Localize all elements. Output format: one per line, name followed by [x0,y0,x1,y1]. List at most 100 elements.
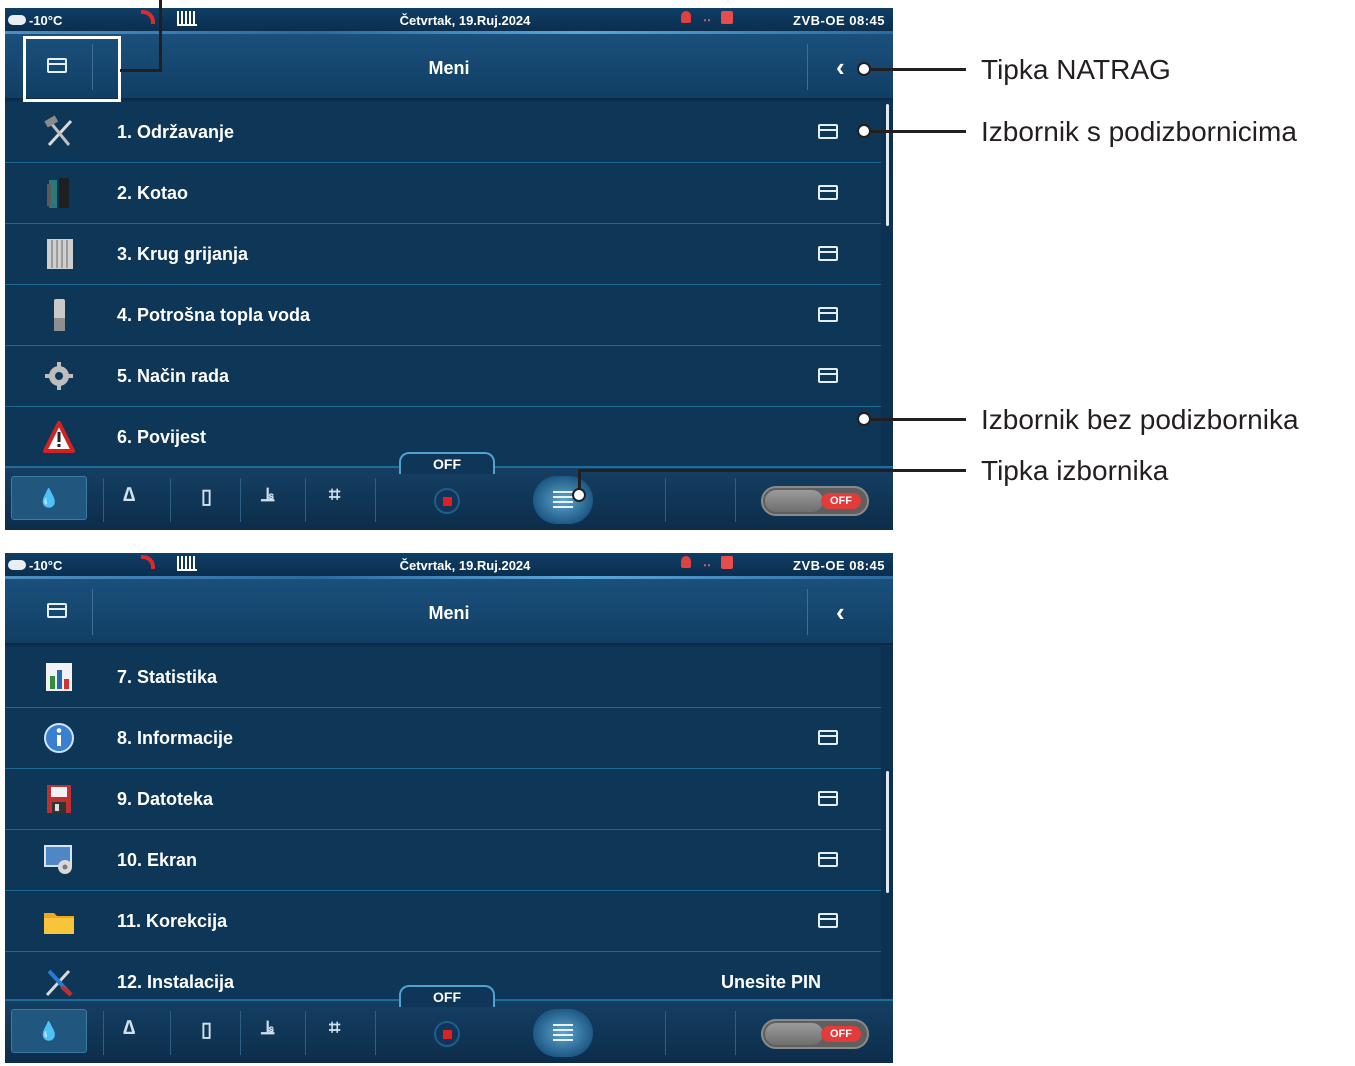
flow-indicator-icon: ‥ [703,10,712,24]
annotation-line [868,418,966,421]
annotation-line [868,68,966,71]
menu-item-label: 7. Statistika [117,667,218,687]
annotation-dot [857,62,871,76]
menu-item-korekcija[interactable]: 11. Korekcija [5,891,881,952]
menu-button[interactable] [533,476,593,524]
statistics-icon [46,663,72,691]
divider [305,1011,306,1055]
annotation-with-submenus: Izbornik s podizbornicima [981,116,1297,147]
boiler-button-icon[interactable]: ▯ [201,484,212,509]
info-icon [44,723,74,753]
folder-icon [818,307,838,322]
tap-button-icon[interactable]: ⫡ [261,1017,274,1040]
menu-item-statistika[interactable]: 7. Statistika [5,647,881,708]
folder-icon [818,124,838,139]
menu-item-label: 2. Kotao [117,183,189,203]
folder-yellow-icon [44,913,74,934]
menu-item-datoteka[interactable]: 9. Datoteka [5,769,881,830]
pump-icon [681,11,691,23]
menu-item-informacije[interactable]: 8. Informacije [5,708,881,769]
annotation-leader [120,69,162,72]
scrollbar[interactable] [886,104,889,226]
device-and-time: ZVB-OE 08:45 [793,13,885,28]
flame-button-icon[interactable]: ∆ [123,484,135,507]
menu-item-label: 11. Korekcija [117,911,228,931]
radiator-status-icon [177,556,197,571]
burner-icon [141,10,155,24]
menu-item-potrosna-topla-voda[interactable]: 4. Potrošna topla voda [5,285,881,346]
on-off-toggle[interactable]: OFF [761,486,869,516]
divider [103,478,104,522]
radiator-button-icon[interactable]: ⌗ [329,1017,340,1040]
screen-settings-icon [44,845,72,874]
title-bar: Meni ‹ [5,579,893,645]
menu-item-label: 12. Instalacija [117,972,235,992]
on-off-toggle[interactable]: OFF [761,1019,869,1049]
menu-item-label: 3. Krug grijanja [117,244,249,264]
menu-list: 1. Održavanje 2. Kotao 3. Krug grijanja [5,102,881,468]
boiler-button-icon[interactable]: ▯ [201,1017,212,1042]
folder-icon [818,791,838,806]
annotation-menu-button: Tipka izbornika [981,455,1169,486]
divider [375,478,376,522]
scrollbar[interactable] [886,771,889,893]
menu-item-label: 5. Način rada [117,366,230,386]
menu-item-ekran[interactable]: 10. Ekran [5,830,881,891]
outdoor-temperature: -10°C [29,13,63,28]
menu-item-kotao[interactable]: 2. Kotao [5,163,881,224]
annotation-dot [572,488,586,502]
mode-all-button[interactable]: 💧 [11,1009,87,1053]
toggle-knob [765,1023,823,1045]
annotation-line [580,469,966,472]
boiler-icon [47,178,69,208]
divider [170,1011,171,1055]
fire-icon [721,556,733,569]
divider [240,1011,241,1055]
water-tank-icon [54,299,65,331]
folder-icon [818,246,838,261]
menu-list: 7. Statistika 8. Informacije 9. Datoteka [5,647,881,1013]
folder-icon [818,852,838,867]
divider [735,478,736,522]
folder-icon [818,913,838,928]
divider [375,1011,376,1055]
divider [735,1011,736,1055]
flame-button-icon[interactable]: ∆ [123,1017,135,1040]
back-button[interactable]: ‹ [807,589,877,635]
menu-item-label: 1. Održavanje [117,122,235,142]
tap-button-icon[interactable]: ⫡ [261,484,274,507]
radiator-button-icon[interactable]: ⌗ [329,484,340,507]
menu-item-label: 6. Povijest [117,427,207,447]
weather-cloud-icon [8,15,26,25]
flow-indicator-icon: ‥ [703,555,712,569]
annotation-without-submenu: Izbornik bez podizbornika [981,404,1299,435]
menu-screen-page-1: -10°C Četvrtak, 19.Ruj.2024 ‥ ZVB-OE 08:… [5,8,893,530]
divider [305,478,306,522]
menu-item-odrzavanje[interactable]: 1. Održavanje [5,102,881,163]
off-status-tab: OFF [399,985,495,1007]
mode-all-icon: 💧 [37,1021,61,1041]
menu-item-nacin-rada[interactable]: 5. Način rada [5,346,881,407]
stop-button[interactable] [434,1021,460,1047]
weather-cloud-icon [8,560,26,570]
divider [170,478,171,522]
menu-item-krug-grijanja[interactable]: 3. Krug grijanja [5,224,881,285]
warning-icon [43,421,75,453]
fire-icon [721,11,733,24]
mode-all-button[interactable]: 💧 [11,476,87,520]
divider [665,478,666,522]
folder-button-highlight [23,36,121,102]
tools-icon [45,969,73,997]
title-bar: Meni ‹ [5,34,893,100]
status-date: Četvrtak, 19.Ruj.2024 [399,558,531,573]
bottom-bar: OFF 💧 ∆ ▯ ⫡ ⌗ OFF [5,985,893,1063]
maintenance-icon [44,115,73,147]
menu-button[interactable] [533,1009,593,1057]
stop-button[interactable] [434,488,460,514]
mode-all-icon: 💧 [37,488,61,508]
status-bar: -10°C Četvrtak, 19.Ruj.2024 ‥ ZVB-OE 08:… [5,553,893,579]
menu-item-label: 4. Potrošna topla voda [117,305,311,325]
bottom-bar: OFF 💧 ∆ ▯ ⫡ ⌗ OFF [5,452,893,530]
toggle-knob [765,490,823,512]
divider [240,478,241,522]
